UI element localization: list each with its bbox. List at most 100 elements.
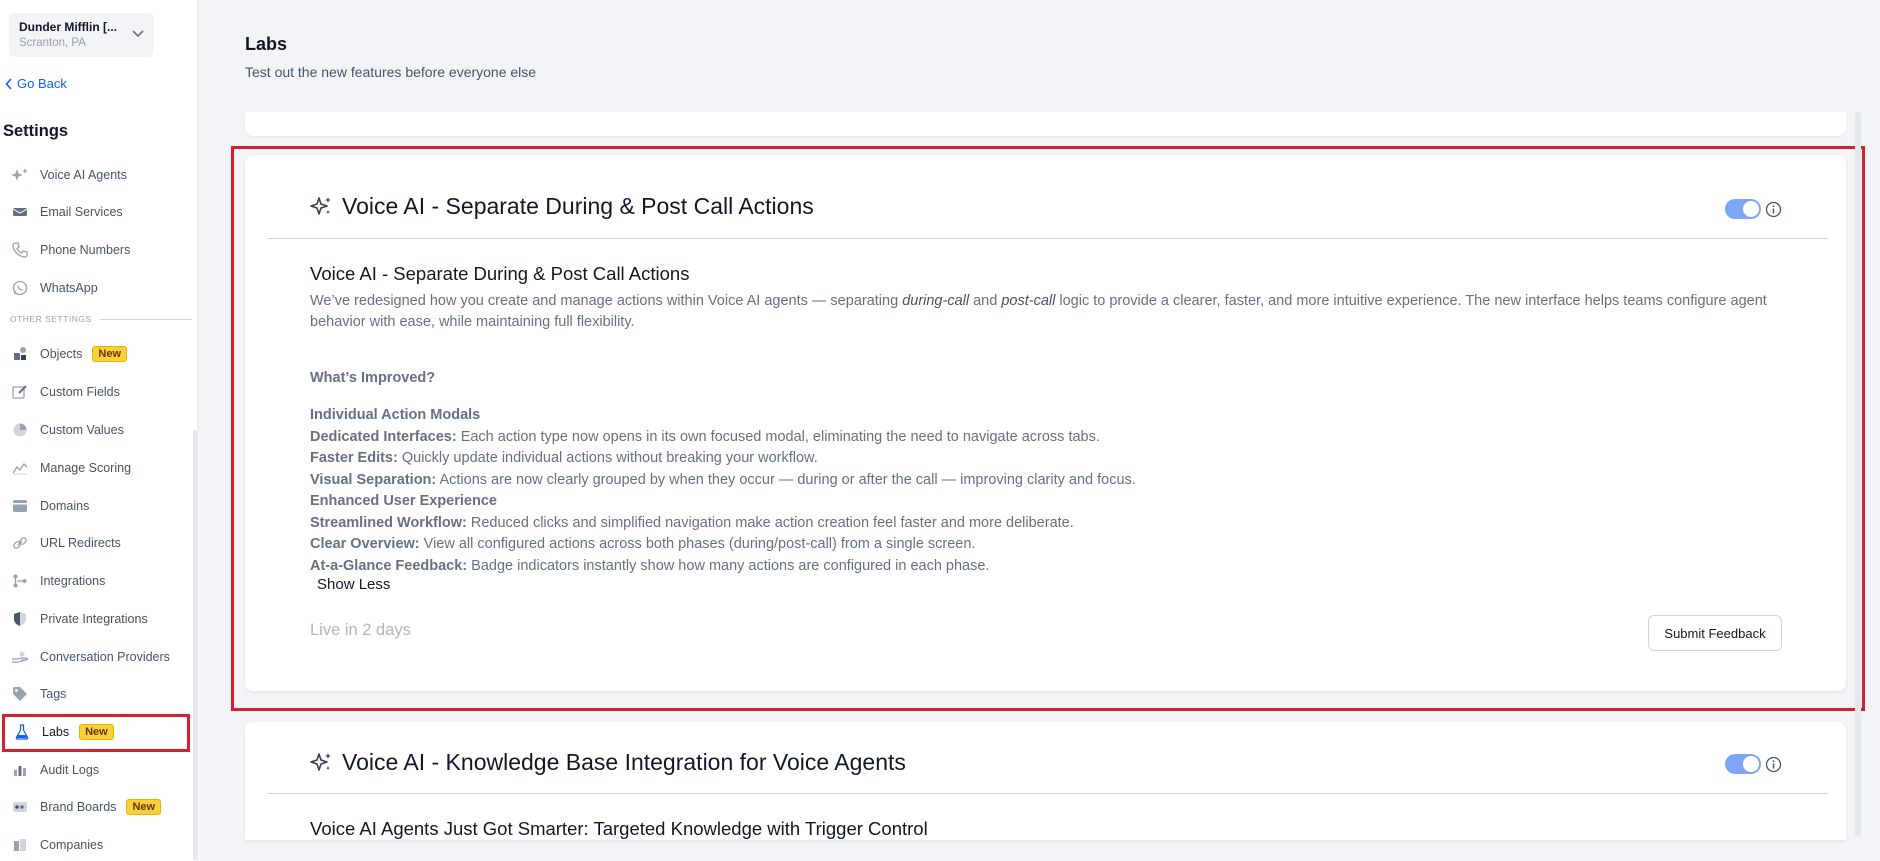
sidebar-item-custom-values[interactable]: Custom Values	[10, 418, 124, 442]
sidebar-item-label: URL Redirects	[40, 536, 121, 550]
detail-text: Each action type now opens in its own fo…	[456, 428, 1100, 445]
desc-text: We’ve redesigned how you create and mana…	[310, 293, 903, 309]
submit-feedback-button[interactable]: Submit Feedback	[1648, 615, 1782, 651]
info-icon[interactable]	[1765, 201, 1782, 218]
sidebar-item-conversation-providers[interactable]: Conversation Providers	[10, 645, 170, 669]
detail-heading-text: Enhanced User Experience	[310, 493, 497, 509]
sidebar-item-label: Companies	[40, 838, 104, 852]
feature-header-title: Voice AI - Knowledge Base Integration fo…	[342, 749, 906, 775]
sidebar-item-label: Conversation Providers	[40, 650, 170, 664]
main-scrollbar[interactable]	[1855, 112, 1861, 837]
sidebar-item-companies[interactable]: Companies	[10, 833, 103, 857]
settings-sidebar: Dunder Mifflin [... Scranton, PA Go Back…	[0, 0, 198, 861]
sidebar-scrollbar[interactable]	[193, 430, 197, 860]
sidebar-item-label: Labs	[42, 725, 70, 739]
section-label: OTHER SETTINGS	[10, 314, 92, 324]
sidebar-item-private-integrations[interactable]: Private Integrations	[10, 607, 148, 631]
envelope-icon	[10, 203, 30, 221]
sidebar-item-labs[interactable]: Labs New	[12, 720, 114, 744]
detail-row: At-a-Glance Feedback: Badge indicators i…	[310, 556, 1136, 578]
detail-label: At-a-Glance Feedback:	[310, 557, 468, 574]
toggle-knob	[1743, 756, 1759, 772]
sidebar-item-label: Integrations	[40, 574, 106, 588]
detail-text: Badge indicators instantly show how many…	[467, 557, 990, 574]
desc-emphasis: during-call	[902, 293, 970, 309]
hand-icon	[10, 648, 30, 666]
page-title: Labs	[245, 34, 288, 54]
pie-icon	[10, 421, 30, 439]
detail-heading: Individual Action Modals	[310, 405, 1136, 427]
account-name: Dunder Mifflin [...	[19, 20, 117, 34]
info-icon[interactable]	[1765, 756, 1782, 773]
sidebar-item-voice-ai-agents[interactable]: Voice AI Agents	[10, 163, 127, 187]
sidebar-item-label: Custom Values	[40, 423, 124, 437]
feature-toggle[interactable]	[1725, 754, 1761, 774]
detail-text: Actions are now clearly grouped by when …	[436, 471, 1136, 488]
edit-icon	[10, 383, 30, 401]
sidebar-item-label: Custom Fields	[40, 385, 120, 399]
globe-icon	[10, 497, 30, 515]
detail-label: Faster Edits:	[310, 450, 398, 466]
sidebar-item-email-services[interactable]: Email Services	[10, 200, 123, 224]
tag-icon	[10, 685, 30, 703]
new-badge: New	[92, 346, 128, 362]
sidebar-item-brand-boards[interactable]: Brand Boards New	[10, 795, 162, 819]
bar-chart-icon	[10, 761, 30, 779]
sidebar-item-domains[interactable]: Domains	[10, 494, 89, 518]
sidebar-item-phone-numbers[interactable]: Phone Numbers	[10, 238, 130, 262]
sidebar-item-label: Brand Boards	[40, 800, 117, 814]
sidebar-item-objects[interactable]: Objects New	[10, 342, 128, 366]
other-settings-section: OTHER SETTINGS	[10, 314, 192, 324]
sidebar-item-label: Manage Scoring	[40, 461, 132, 475]
feature-title: Voice AI Agents Just Got Smarter: Target…	[310, 818, 928, 839]
feature-card: Voice AI - Separate During & Post Call A…	[245, 155, 1846, 691]
shield-icon	[10, 610, 30, 628]
page-subtitle: Test out the new features before everyon…	[245, 64, 537, 80]
new-badge: New	[79, 724, 114, 740]
chevron-down-icon	[132, 30, 144, 38]
sidebar-item-label: Objects	[40, 347, 83, 361]
sidebar-item-url-redirects[interactable]: URL Redirects	[10, 531, 121, 555]
detail-row: Faster Edits: Quickly update individual …	[310, 448, 1136, 470]
sidebar-item-label: Voice AI Agents	[40, 168, 127, 182]
feature-title: Voice AI - Separate During & Post Call A…	[310, 263, 690, 284]
sidebar-item-audit-logs[interactable]: Audit Logs	[10, 758, 99, 782]
account-switcher[interactable]: Dunder Mifflin [... Scranton, PA	[9, 13, 154, 57]
phone-icon	[10, 241, 30, 259]
whatsapp-icon	[10, 279, 30, 297]
desc-text: and	[969, 293, 1002, 309]
sidebar-item-label: Audit Logs	[40, 763, 100, 777]
detail-label: Clear Overview:	[310, 536, 420, 552]
header-divider	[267, 238, 1828, 239]
link-icon	[10, 534, 30, 552]
detail-row: Streamlined Workflow: Reduced clicks and…	[310, 513, 1136, 535]
previous-feature-card	[245, 112, 1846, 136]
sidebar-item-label: WhatsApp	[40, 281, 98, 295]
sidebar-item-label: Email Services	[40, 205, 123, 219]
detail-row: Clear Overview: View all configured acti…	[310, 534, 1136, 556]
sidebar-item-label: Tags	[40, 687, 67, 701]
detail-heading: Enhanced User Experience	[310, 491, 1136, 513]
sidebar-item-manage-scoring[interactable]: Manage Scoring	[10, 456, 131, 480]
feature-card: Voice AI - Knowledge Base Integration fo…	[245, 722, 1846, 840]
shapes-icon	[10, 345, 30, 363]
sidebar-item-custom-fields[interactable]: Custom Fields	[10, 380, 120, 404]
building-icon	[10, 836, 30, 854]
sidebar-item-tags[interactable]: Tags	[10, 682, 66, 706]
go-back-label: Go Back	[17, 76, 67, 91]
feature-card-header: Voice AI - Knowledge Base Integration fo…	[310, 749, 906, 776]
feature-toggle[interactable]	[1725, 199, 1761, 219]
show-less-link[interactable]: Show Less	[317, 576, 390, 593]
sidebar-item-integrations[interactable]: Integrations	[10, 569, 105, 593]
integrations-icon	[10, 572, 30, 590]
toggle-knob	[1743, 201, 1759, 217]
detail-text: Reduced clicks and simplified navigation…	[466, 514, 1074, 531]
go-back-link[interactable]: Go Back	[5, 76, 67, 91]
chart-icon	[10, 459, 30, 477]
sidebar-item-whatsapp[interactable]: WhatsApp	[10, 276, 98, 300]
detail-heading-text: Individual Action Modals	[310, 407, 481, 423]
feature-card-header: Voice AI - Separate During & Post Call A…	[310, 193, 814, 220]
sidebar-item-label: Private Integrations	[40, 612, 148, 626]
feature-header-title: Voice AI - Separate During & Post Call A…	[342, 193, 814, 219]
account-location: Scranton, PA	[19, 37, 86, 49]
